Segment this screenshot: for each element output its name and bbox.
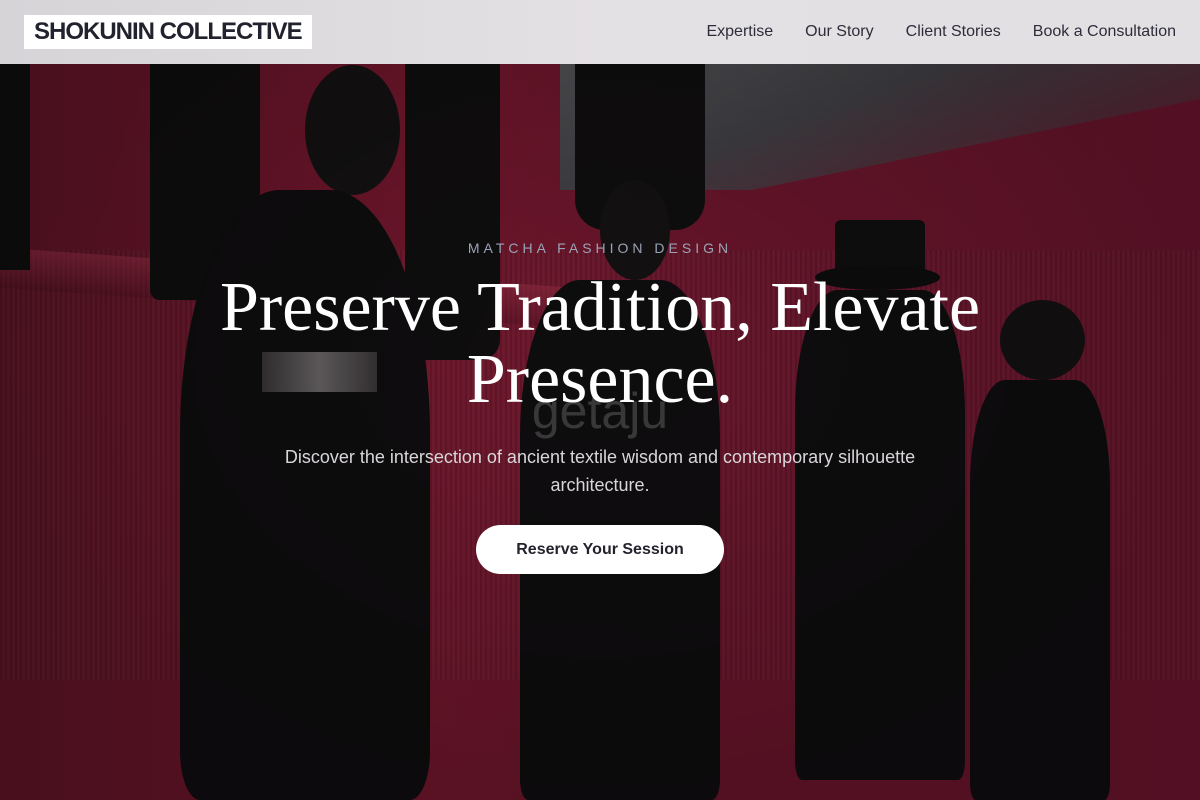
- hero-eyebrow: MATCHA FASHION DESIGN: [467, 240, 733, 256]
- hero-subtitle: Discover the intersection of ancient tex…: [284, 447, 916, 495]
- watermark-text: getaju: [531, 383, 669, 439]
- reserve-session-button[interactable]: Reserve Your Session: [476, 525, 724, 574]
- hero-content: MATCHA FASHION DESIGN Preserve Tradition…: [0, 0, 1200, 800]
